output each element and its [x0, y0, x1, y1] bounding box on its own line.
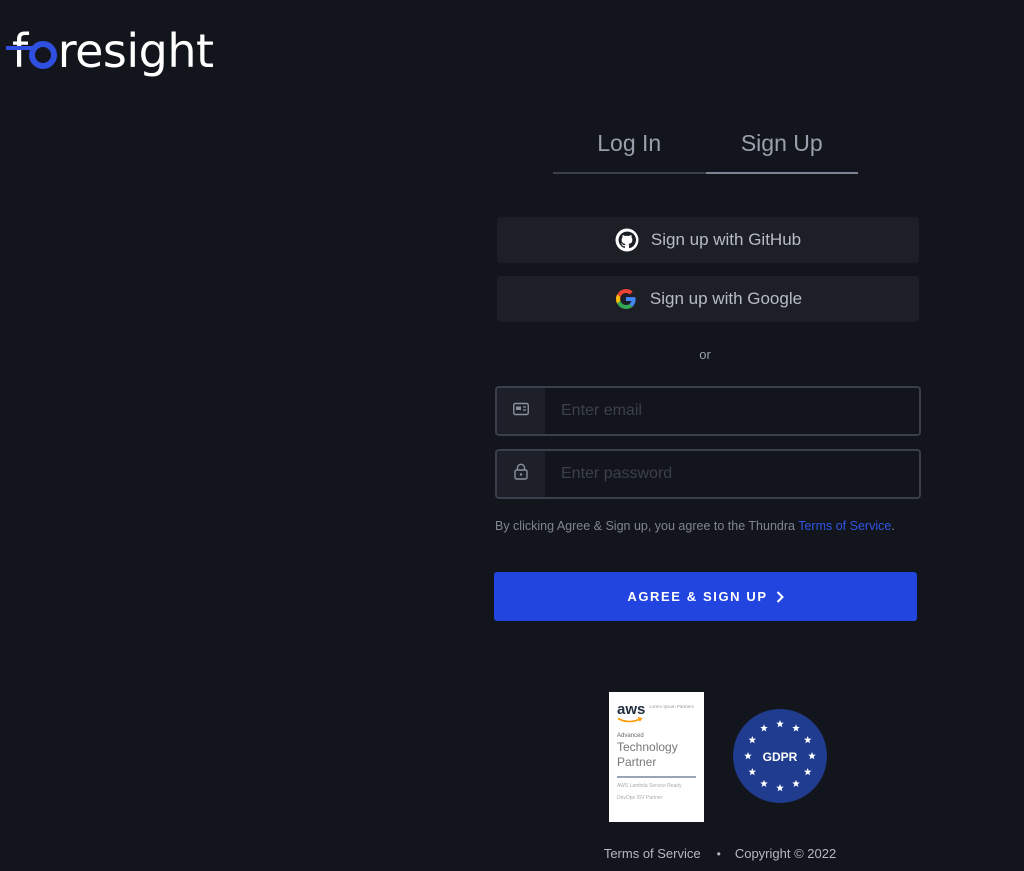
gdpr-badge: GDPR	[733, 709, 827, 803]
password-field	[495, 449, 921, 499]
aws-small-text: Lorem Ipsum Partners	[649, 704, 694, 709]
terms-suffix: .	[891, 519, 895, 533]
gdpr-seal: GDPR	[733, 709, 827, 803]
email-input[interactable]	[545, 388, 919, 434]
aws-title-line2: Partner	[617, 755, 657, 769]
brand-logo[interactable]: f resight	[5, 24, 214, 78]
password-addon	[497, 451, 545, 497]
email-field	[495, 386, 921, 436]
aws-partner-badge: aws Lorem Ipsum Partners Advanced Techno…	[609, 692, 704, 822]
footer-separator-dot: •	[716, 846, 721, 861]
sign-up-github-button[interactable]: Sign up with GitHub	[497, 217, 919, 263]
aws-description: AWS Lambda Service Ready	[617, 783, 682, 789]
password-input[interactable]	[545, 451, 919, 497]
aws-divider	[617, 776, 696, 778]
terms-of-service-link[interactable]: Terms of Service	[798, 519, 891, 533]
or-separator: or	[699, 347, 711, 362]
agree-sign-up-label: AGREE & SIGN UP	[627, 589, 768, 604]
tab-sign-up[interactable]: Sign Up	[705, 126, 858, 174]
gdpr-label: GDPR	[763, 750, 798, 764]
email-addon	[497, 388, 545, 434]
aws-tier: Advanced	[617, 733, 644, 739]
google-button-label: Sign up with Google	[649, 289, 803, 308]
logo-text: f	[12, 24, 28, 78]
footer-copyright: Copyright © 2022	[734, 846, 837, 861]
id-card-icon	[513, 402, 529, 421]
github-button-label: Sign up with GitHub	[650, 230, 802, 249]
terms-prefix: By clicking Agree & Sign up, you agree t…	[495, 519, 799, 533]
aws-title-line1: Technology	[617, 740, 678, 754]
sign-up-google-button[interactable]: Sign up with Google	[497, 276, 919, 322]
footer-terms-link[interactable]: Terms of Service	[604, 846, 701, 861]
logo-o-mark	[5, 28, 58, 74]
chevron-right-icon	[776, 590, 784, 603]
terms-notice: By clicking Agree & Sign up, you agree t…	[495, 517, 915, 536]
auth-tabs: Log In Sign Up	[553, 126, 858, 174]
footer: Terms of Service • Copyright © 2022	[560, 846, 880, 861]
tab-log-in[interactable]: Log In	[553, 126, 706, 174]
logo-text-rest: resight	[57, 24, 214, 78]
github-icon	[615, 228, 639, 252]
aws-logo-text: aws	[617, 701, 646, 718]
google-icon	[614, 287, 638, 311]
agree-sign-up-button[interactable]: AGREE & SIGN UP	[494, 572, 917, 621]
aws-logo: aws	[617, 702, 645, 723]
aws-description-2: DevOps ISV Partner	[617, 795, 663, 801]
lock-icon	[514, 463, 528, 485]
